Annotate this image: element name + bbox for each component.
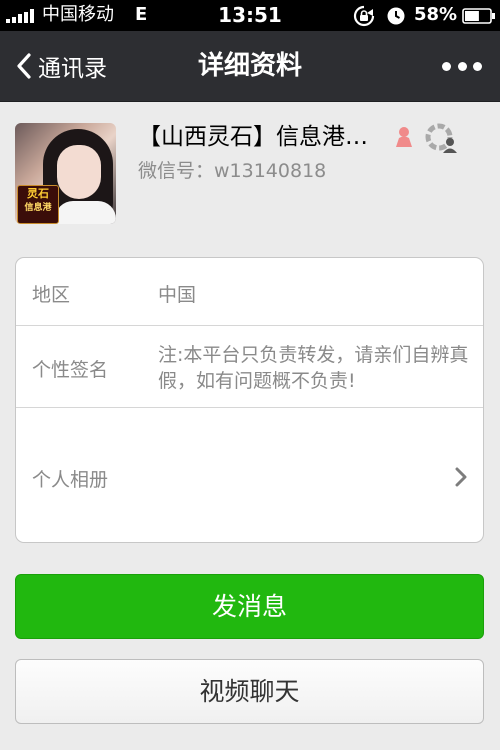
battery-percent: 58% [414, 4, 458, 25]
alarm-icon [387, 7, 405, 25]
chevron-right-icon [455, 467, 467, 487]
avatar[interactable]: 灵石 信息港 [15, 123, 116, 224]
album-label: 个人相册 [32, 469, 109, 491]
signature-label: 个性签名 [32, 359, 109, 381]
more-dots-icon[interactable] [442, 55, 482, 77]
avatar-logo: 灵石 信息港 [17, 185, 59, 224]
region-label: 地区 [32, 284, 71, 306]
send-message-button[interactable]: 发消息 [15, 574, 484, 639]
info-card: 地区 中国 个性签名 注:本平台只负责转发，请亲们自辨真假，如有问题概不负责! … [15, 257, 484, 543]
profile-name: 【山西灵石】信息港… [138, 124, 368, 150]
female-icon [396, 127, 412, 147]
region-value: 中国 [158, 284, 197, 306]
video-chat-button[interactable]: 视频聊天 [15, 659, 484, 724]
navigation-bar: 通讯录 详细资料 [0, 31, 500, 102]
battery-icon [462, 8, 495, 24]
back-button[interactable]: 通讯录 [14, 31, 107, 101]
status-bar: 中国移动 E 13:51 58% [0, 0, 500, 31]
region-row: 地区 中国 [16, 258, 483, 326]
moments-icon[interactable] [425, 123, 459, 153]
rotation-lock-icon [353, 5, 375, 27]
back-label: 通讯录 [38, 56, 107, 82]
wechat-id: 微信号：w13140818 [138, 160, 327, 182]
chevron-left-icon [17, 53, 31, 79]
signature-row: 个性签名 注:本平台只负责转发，请亲们自辨真假，如有问题概不负责! [16, 326, 483, 408]
signature-value: 注:本平台只负责转发，请亲们自辨真假，如有问题概不负责! [158, 344, 469, 392]
album-row[interactable]: 个人相册 [16, 408, 483, 542]
